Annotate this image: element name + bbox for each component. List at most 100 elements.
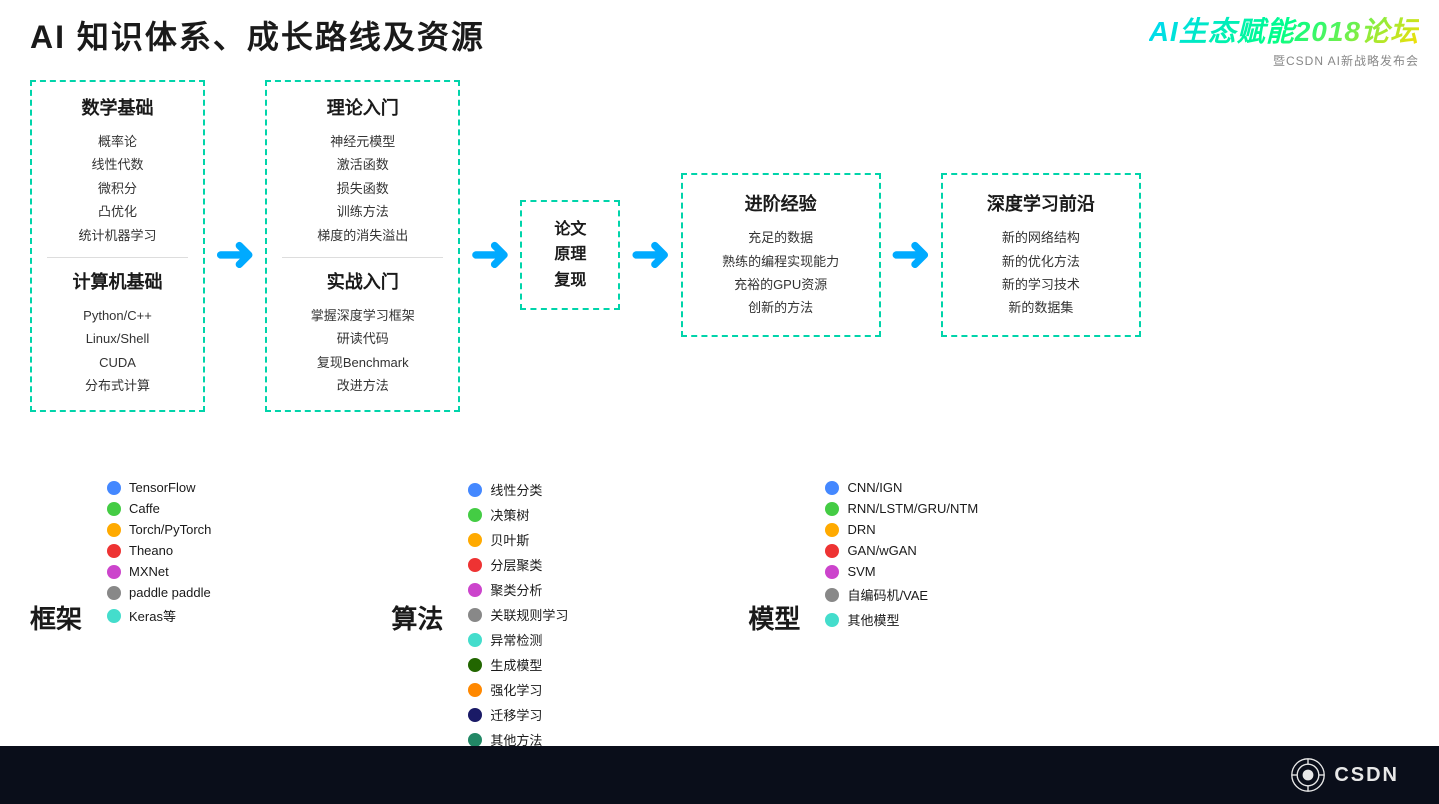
arrow2-icon: ➜ xyxy=(470,231,510,279)
item-label: RNN/LSTM/GRU/NTM xyxy=(847,501,978,516)
box-divider xyxy=(47,257,188,258)
item-label: 线性分类 xyxy=(490,480,542,499)
item-label: MXNet xyxy=(129,564,169,579)
item-label: 生成模型 xyxy=(490,655,542,674)
dot-icon xyxy=(468,708,482,722)
main-content: 数学基础 概率论线性代数微积分凸优化统计机器学习 计算机基础 Python/C+… xyxy=(0,70,1439,744)
advanced-item: 创新的方法 xyxy=(703,296,859,319)
math-item: 凸优化 xyxy=(47,200,188,223)
dot-icon xyxy=(468,533,482,547)
arrow3: ➜ xyxy=(620,231,680,279)
item-label: GAN/wGAN xyxy=(847,543,916,558)
advanced-item: 熟练的编程实现能力 xyxy=(703,250,859,273)
advanced-box: 进阶经验 充足的数据熟练的编程实现能力充裕的GPU资源创新的方法 xyxy=(681,173,881,337)
item-label: paddle paddle xyxy=(129,585,211,600)
csdn-logo: CSDN xyxy=(1290,757,1399,793)
deep-items: 新的网络结构新的优化方法新的学习技术新的数据集 xyxy=(963,226,1119,320)
deep-item: 新的网络结构 xyxy=(963,226,1119,249)
practice-item: 复现Benchmark xyxy=(282,351,443,374)
paper-line: 原理 xyxy=(554,242,586,268)
practice-items: 掌握深度学习框架研读代码复现Benchmark改进方法 xyxy=(282,304,443,398)
list-item: SVM xyxy=(825,564,978,579)
theory-title: 理论入门 xyxy=(282,94,443,120)
practice-item: 改进方法 xyxy=(282,374,443,397)
logo-main-text: AI生态赋能2018论坛 xyxy=(1149,10,1419,50)
computer-item: Python/C++ xyxy=(47,304,188,327)
box2-container: 理论入门 神经元模型激活函数损失函数训练方法梯度的消失溢出 实战入门 掌握深度学… xyxy=(265,80,460,412)
deep-box: 深度学习前沿 新的网络结构新的优化方法新的学习技术新的数据集 xyxy=(941,173,1141,337)
theory-practice-box: 理论入门 神经元模型激活函数损失函数训练方法梯度的消失溢出 实战入门 掌握深度学… xyxy=(265,80,460,412)
list-item: Torch/PyTorch xyxy=(107,522,211,537)
theory-item: 损失函数 xyxy=(282,177,443,200)
list-item: 聚类分析 xyxy=(468,580,568,599)
list-item: 强化学习 xyxy=(468,680,568,699)
item-label: DRN xyxy=(847,522,875,537)
computer-item: CUDA xyxy=(47,351,188,374)
dot-icon xyxy=(468,658,482,672)
dot-icon xyxy=(825,544,839,558)
practice-item: 研读代码 xyxy=(282,327,443,350)
item-label: Torch/PyTorch xyxy=(129,522,211,537)
top-logo: AI生态赋能2018论坛 暨CSDN AI新战略发布会 xyxy=(1149,10,1419,69)
dot-icon xyxy=(825,481,839,495)
item-label: 决策树 xyxy=(490,505,529,524)
arrow4: ➜ xyxy=(881,231,941,279)
math-items: 概率论线性代数微积分凸优化统计机器学习 xyxy=(47,130,188,247)
dot-icon xyxy=(468,583,482,597)
list-item: 决策树 xyxy=(468,505,568,524)
list-item: GAN/wGAN xyxy=(825,543,978,558)
bottom-legend: 框架 TensorFlowCaffeTorch/PyTorchTheanoMXN… xyxy=(30,480,1409,755)
practice-title: 实战入门 xyxy=(282,268,443,294)
computer-title: 计算机基础 xyxy=(47,268,188,294)
list-item: TensorFlow xyxy=(107,480,211,495)
dot-icon xyxy=(825,502,839,516)
model-label: 模型 xyxy=(748,599,800,636)
list-item: Theano xyxy=(107,543,211,558)
theory-item: 训练方法 xyxy=(282,200,443,223)
paper-line: 复现 xyxy=(554,268,586,294)
item-label: 异常检测 xyxy=(490,630,542,649)
dot-icon xyxy=(107,586,121,600)
list-item: 关联规则学习 xyxy=(468,605,568,624)
list-item: 迁移学习 xyxy=(468,705,568,724)
dot-icon xyxy=(468,558,482,572)
algorithm-list: 线性分类决策树贝叶斯分层聚类聚类分析关联规则学习异常检测生成模型强化学习迁移学习… xyxy=(468,480,568,755)
item-label: Theano xyxy=(129,543,173,558)
framework-section: 框架 TensorFlowCaffeTorch/PyTorchTheanoMXN… xyxy=(30,480,211,755)
item-label: CNN/IGN xyxy=(847,480,902,495)
item-label: 强化学习 xyxy=(490,680,542,699)
list-item: CNN/IGN xyxy=(825,480,978,495)
item-label: 贝叶斯 xyxy=(490,530,529,549)
math-item: 线性代数 xyxy=(47,153,188,176)
deep-item: 新的数据集 xyxy=(963,296,1119,319)
item-label: 自编码机/VAE xyxy=(847,585,928,604)
deep-item: 新的优化方法 xyxy=(963,250,1119,273)
dot-icon xyxy=(468,483,482,497)
dot-icon xyxy=(468,608,482,622)
dot-icon xyxy=(468,683,482,697)
logo-sub-text: 暨CSDN AI新战略发布会 xyxy=(1149,52,1419,69)
list-item: MXNet xyxy=(107,564,211,579)
advanced-item: 充足的数据 xyxy=(703,226,859,249)
dot-icon xyxy=(468,508,482,522)
deep-item: 新的学习技术 xyxy=(963,273,1119,296)
item-label: 其他模型 xyxy=(847,610,899,629)
dot-icon xyxy=(825,613,839,627)
math-computer-box: 数学基础 概率论线性代数微积分凸优化统计机器学习 计算机基础 Python/C+… xyxy=(30,80,205,412)
dot-icon xyxy=(107,544,121,558)
dot-icon xyxy=(107,565,121,579)
advanced-title: 进阶经验 xyxy=(703,190,859,216)
theory-items: 神经元模型激活函数损失函数训练方法梯度的消失溢出 xyxy=(282,130,443,247)
page-title: AI 知识体系、成长路线及资源 xyxy=(30,12,485,58)
item-label: 迁移学习 xyxy=(490,705,542,724)
item-label: 关联规则学习 xyxy=(490,605,568,624)
csdn-text: CSDN xyxy=(1334,764,1399,787)
model-section: 模型 CNN/IGN RNN/LSTM/GRU/NTM DRN GAN/wGAN SVM… xyxy=(748,480,978,755)
theory-item: 激活函数 xyxy=(282,153,443,176)
list-item: Keras等 xyxy=(107,606,211,625)
item-label: TensorFlow xyxy=(129,480,195,495)
list-item: 异常检测 xyxy=(468,630,568,649)
dot-icon xyxy=(468,633,482,647)
bottom-bar: CSDN xyxy=(0,746,1439,804)
list-item: Caffe xyxy=(107,501,211,516)
